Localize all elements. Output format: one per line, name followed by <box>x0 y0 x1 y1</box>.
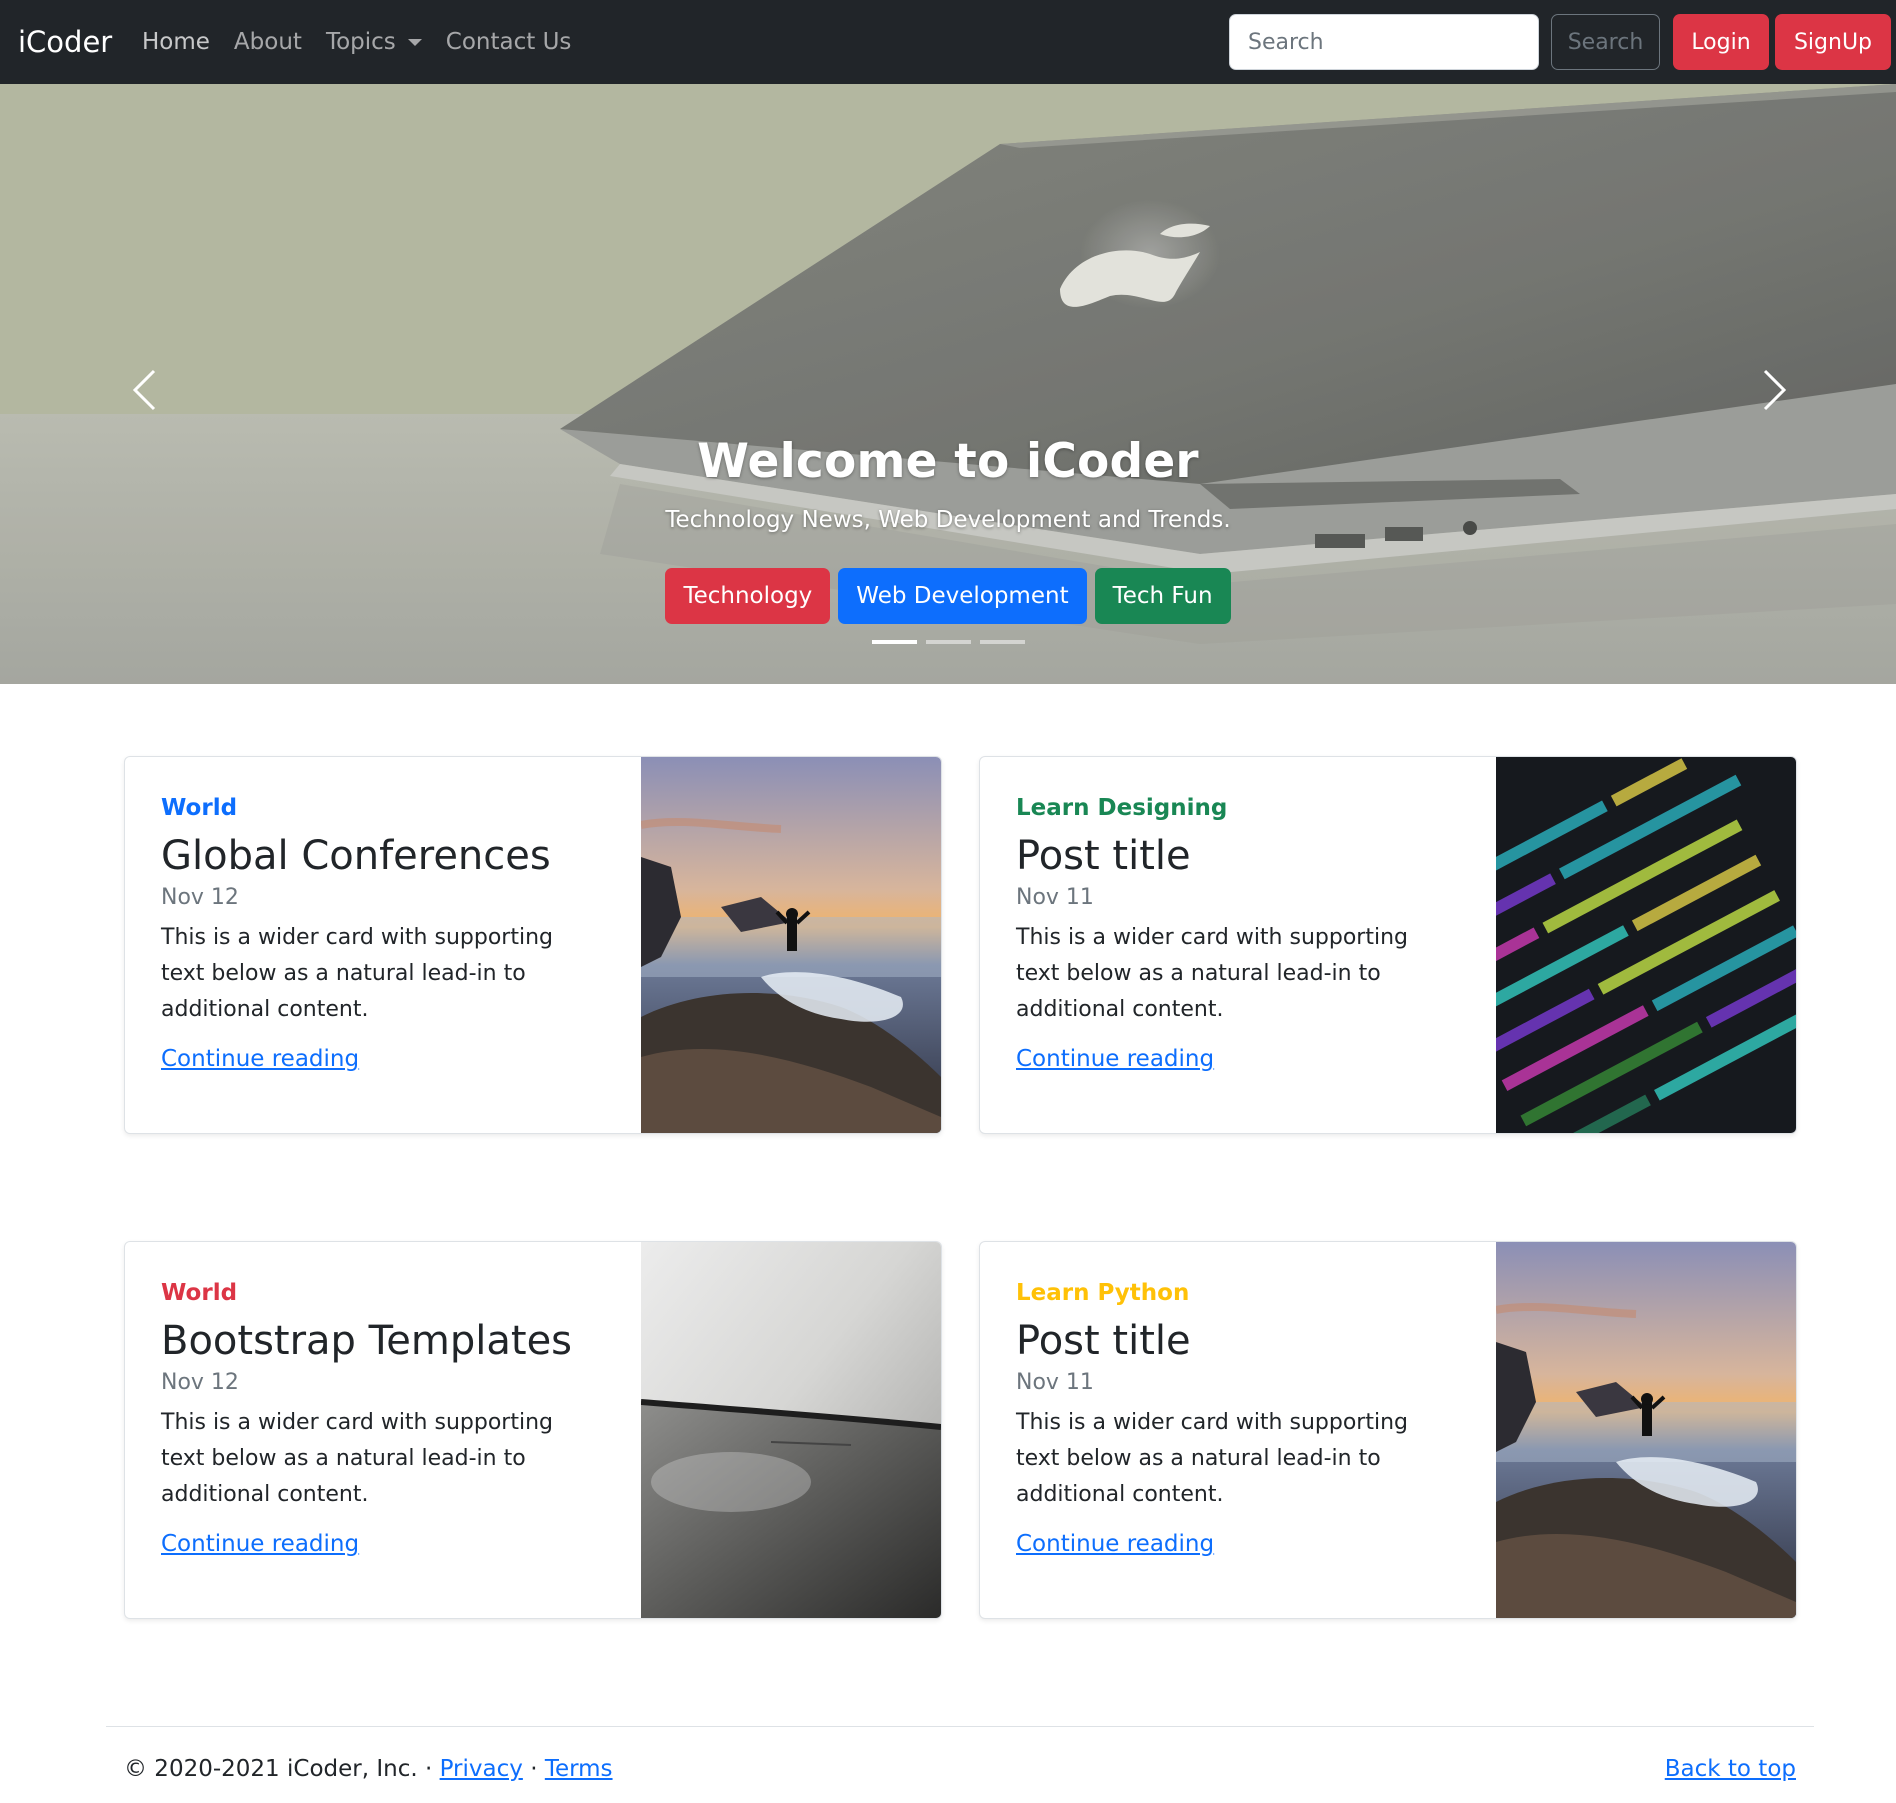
technology-button[interactable]: Technology <box>665 568 831 624</box>
nav-home[interactable]: Home <box>142 0 222 84</box>
web-development-button[interactable]: Web Development <box>838 568 1087 624</box>
card-text: This is a wider card with supporting tex… <box>161 925 553 1022</box>
back-to-top-link[interactable]: Back to top <box>1665 1756 1796 1782</box>
carousel-indicator-3[interactable] <box>979 640 1025 644</box>
nav-links: Home About Topics Contact Us <box>142 0 583 84</box>
footer-separator: · <box>530 1756 538 1782</box>
card-text: This is a wider card with supporting tex… <box>1016 925 1408 1022</box>
brand-logo[interactable]: iCoder <box>18 0 112 84</box>
card-image <box>1496 1242 1796 1618</box>
card-body: World Global Conferences Nov 12 This is … <box>161 795 601 1072</box>
continue-reading-link[interactable]: Continue reading <box>161 1046 359 1072</box>
caret-down-icon <box>407 38 422 46</box>
carousel-next-button[interactable] <box>1755 360 1795 420</box>
search-input[interactable] <box>1229 14 1539 70</box>
carousel-caption: Welcome to iCoder Technology News, Web D… <box>0 434 1896 533</box>
card-date: Nov 11 <box>1016 885 1094 910</box>
card-text: This is a wider card with supporting tex… <box>161 1410 553 1507</box>
continue-reading-link[interactable]: Continue reading <box>161 1531 359 1557</box>
carousel-indicators <box>0 640 1896 644</box>
copyright-text: © 2020-2021 iCoder, Inc. · <box>124 1756 433 1782</box>
card-category: Learn Designing <box>1016 795 1228 821</box>
footer-divider <box>106 1726 1814 1727</box>
card-title: Post title <box>1016 1318 1191 1364</box>
card-title: Bootstrap Templates <box>161 1318 573 1364</box>
card-date: Nov 12 <box>161 1370 239 1395</box>
footer-copyright: © 2020-2021 iCoder, Inc. · Privacy · Ter… <box>124 1756 613 1782</box>
post-card: World Global Conferences Nov 12 This is … <box>124 756 942 1134</box>
card-text: This is a wider card with supporting tex… <box>1016 1410 1408 1507</box>
card-date: Nov 11 <box>1016 1370 1094 1395</box>
chevron-left-icon <box>132 369 156 411</box>
hero-carousel: Welcome to iCoder Technology News, Web D… <box>0 84 1896 684</box>
card-image <box>641 757 941 1133</box>
login-button[interactable]: Login <box>1673 14 1769 70</box>
carousel-indicator-1[interactable] <box>871 640 917 644</box>
code-screen-photo <box>1496 757 1796 1133</box>
card-category: Learn Python <box>1016 1280 1190 1306</box>
card-body: Learn Python Post title Nov 11 This is a… <box>1016 1280 1456 1557</box>
hero-subtitle: Technology News, Web Development and Tre… <box>665 507 1231 533</box>
card-category: World <box>161 1280 238 1306</box>
chevron-right-icon <box>1763 369 1787 411</box>
post-card: Learn Designing Post title Nov 11 This i… <box>979 756 1797 1134</box>
nav-about[interactable]: About <box>222 0 314 84</box>
search-button[interactable]: Search <box>1551 14 1660 70</box>
phone-closeup-photo <box>641 1242 941 1618</box>
hero-title: Welcome to iCoder <box>697 434 1199 489</box>
nav-home-label: Home <box>142 29 210 55</box>
nav-about-label: About <box>233 29 302 55</box>
seaside-rocks-photo <box>641 757 941 1133</box>
card-category: World <box>161 795 238 821</box>
card-title: Global Conferences <box>161 833 551 879</box>
card-image <box>1496 757 1796 1133</box>
post-card: World Bootstrap Templates Nov 12 This is… <box>124 1241 942 1619</box>
card-body: Learn Designing Post title Nov 11 This i… <box>1016 795 1456 1072</box>
card-body: World Bootstrap Templates Nov 12 This is… <box>161 1280 601 1557</box>
continue-reading-link[interactable]: Continue reading <box>1016 1046 1214 1072</box>
navbar: iCoder Home About Topics Contact Us Sear… <box>0 0 1896 84</box>
nav-topics-dropdown[interactable]: Topics <box>314 0 434 84</box>
continue-reading-link[interactable]: Continue reading <box>1016 1531 1214 1557</box>
signup-button[interactable]: SignUp <box>1775 14 1891 70</box>
card-date: Nov 12 <box>161 885 239 910</box>
carousel-indicator-2[interactable] <box>925 640 971 644</box>
privacy-link[interactable]: Privacy <box>440 1756 523 1782</box>
post-card: Learn Python Post title Nov 11 This is a… <box>979 1241 1797 1619</box>
terms-link[interactable]: Terms <box>545 1756 613 1782</box>
card-image <box>641 1242 941 1618</box>
nav-topics-label: Topics <box>325 29 396 55</box>
seaside-rocks-photo <box>1496 1242 1796 1618</box>
card-title: Post title <box>1016 833 1191 879</box>
tech-fun-button[interactable]: Tech Fun <box>1094 568 1231 624</box>
carousel-prev-button[interactable] <box>124 360 164 420</box>
nav-contact[interactable]: Contact Us <box>434 0 584 84</box>
nav-contact-label: Contact Us <box>445 29 572 55</box>
hero-buttons: Technology Web Development Tech Fun <box>0 568 1896 624</box>
